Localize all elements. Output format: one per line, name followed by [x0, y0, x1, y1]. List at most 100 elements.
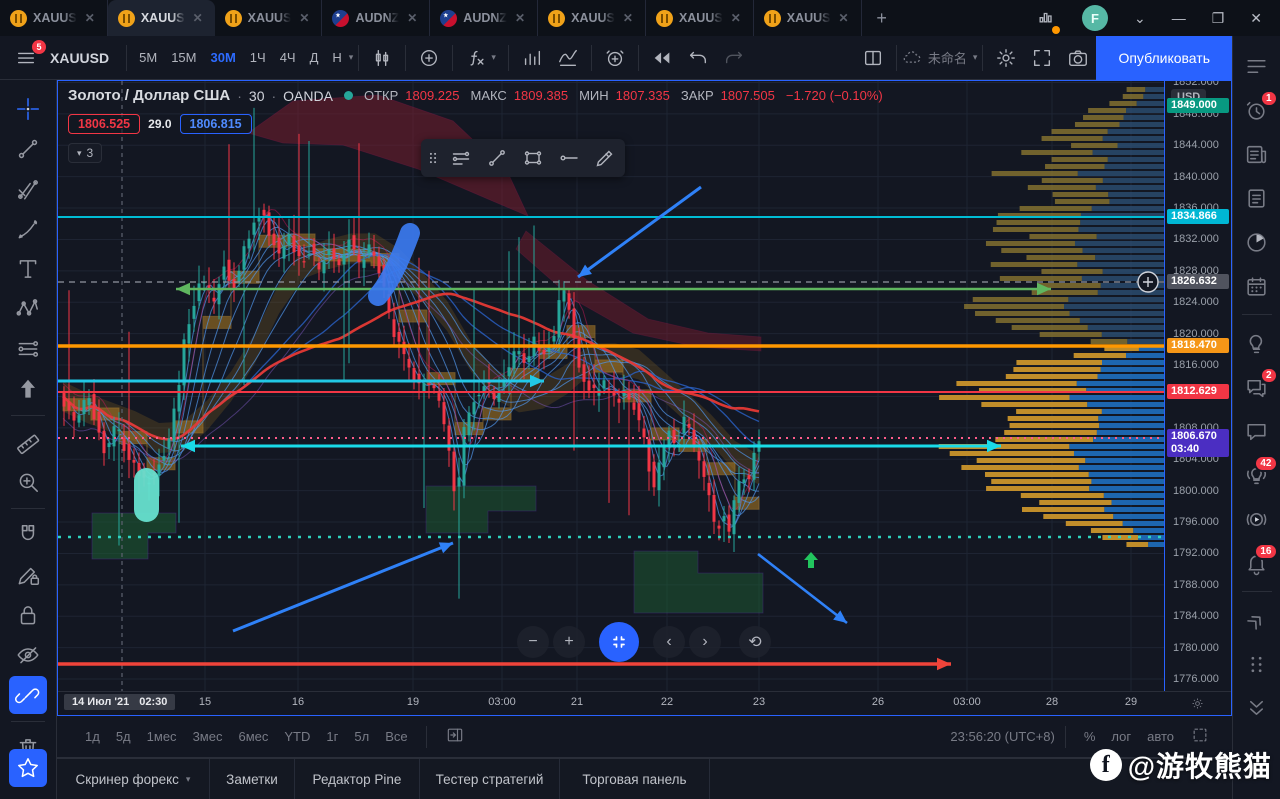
- range-Все[interactable]: Все: [377, 729, 415, 744]
- close-tab-icon[interactable]: ✕: [83, 11, 97, 25]
- timeframe-1Ч[interactable]: 1Ч: [243, 42, 273, 74]
- editlock-tool[interactable]: [9, 556, 47, 594]
- link-tool[interactable]: [9, 676, 47, 714]
- undo-button[interactable]: [680, 42, 716, 74]
- bell-icon[interactable]: 16: [1238, 541, 1276, 585]
- close-tab-icon[interactable]: ✕: [297, 11, 311, 25]
- chart-properties-gear[interactable]: [988, 42, 1024, 74]
- symbol-title[interactable]: Золото / Доллар США: [68, 87, 230, 104]
- range-5д[interactable]: 5д: [108, 729, 139, 744]
- timeframe-4Ч[interactable]: 4Ч: [273, 42, 303, 74]
- scale-toggle-лог[interactable]: лог: [1103, 729, 1139, 744]
- server-clock[interactable]: 23:56:20 (UTC+8): [950, 729, 1054, 744]
- notes-icon[interactable]: [1238, 176, 1276, 220]
- layout-select-button[interactable]: [855, 42, 891, 74]
- calendar-icon[interactable]: [1238, 264, 1276, 308]
- zoom-in-button[interactable]: +: [553, 626, 585, 658]
- zoomin-tool[interactable]: [9, 463, 47, 501]
- close-tab-icon[interactable]: ✕: [837, 11, 851, 25]
- close-tab-icon[interactable]: ✕: [191, 11, 205, 25]
- window-tab-xauus-5[interactable]: XAUUS✕: [538, 0, 646, 36]
- window-tab-xauus-6[interactable]: XAUUS✕: [646, 0, 754, 36]
- bottom-tab-редактор-pine[interactable]: Редактор Pine: [295, 759, 420, 799]
- time-axis[interactable]: 14 Июл '2102:30 15161903:002122232603:00…: [58, 691, 1164, 715]
- range-6мес[interactable]: 6мес: [230, 729, 276, 744]
- xabcd-tool[interactable]: [9, 290, 47, 328]
- timeframes-chevron-icon[interactable]: ▾: [349, 52, 354, 63]
- scroll-right-button[interactable]: ›: [689, 626, 721, 658]
- compare-button[interactable]: [411, 42, 447, 74]
- favorites-star-button[interactable]: [9, 749, 47, 787]
- range-3мес[interactable]: 3мес: [185, 729, 231, 744]
- chart-legend[interactable]: Золото / Доллар США · 30 · OANDA ОТКР180…: [68, 87, 887, 104]
- time-axis-settings-gear[interactable]: [1164, 691, 1231, 715]
- crosshair-tool[interactable]: [9, 90, 47, 128]
- timeframe-Н[interactable]: Н: [325, 42, 348, 74]
- alert-create-button[interactable]: [597, 42, 633, 74]
- redo-button[interactable]: [716, 42, 752, 74]
- buy-price-box[interactable]: 1806.815: [180, 114, 252, 134]
- arrowup-tool[interactable]: [9, 370, 47, 408]
- drawing-ray-button[interactable]: [551, 141, 587, 175]
- sell-price-box[interactable]: 1806.525: [68, 114, 140, 134]
- indicator-templates-button[interactable]: [514, 42, 550, 74]
- scroll-left-button[interactable]: ‹: [653, 626, 685, 658]
- watchlist-icon[interactable]: [1238, 44, 1276, 88]
- bottom-tab-тестер-стратегий[interactable]: Тестер стратегий: [420, 759, 560, 799]
- reset-chart-button[interactable]: ⟲: [739, 626, 771, 658]
- layout-name[interactable]: 未命名▾: [902, 48, 978, 68]
- fullscreen-button[interactable]: [1024, 42, 1060, 74]
- close-tab-icon[interactable]: ✕: [621, 11, 635, 25]
- range-YTD[interactable]: YTD: [276, 729, 318, 744]
- range-5л[interactable]: 5л: [346, 729, 377, 744]
- timeframe-Д[interactable]: Д: [303, 42, 326, 74]
- publish-button[interactable]: Опубликовать: [1096, 36, 1232, 80]
- chart-stats-icon[interactable]: [1036, 6, 1056, 31]
- drawing-trend-button[interactable]: [479, 141, 515, 175]
- drawing-handle-button[interactable]: [423, 141, 443, 175]
- bottom-tab-заметки[interactable]: Заметки: [210, 759, 295, 799]
- indicators-fx-button[interactable]: ▾: [458, 42, 503, 74]
- price-scale[interactable]: USD 1852.0001848.0001844.0001840.0001836…: [1164, 81, 1231, 691]
- restore-button[interactable]: ❐: [1212, 10, 1225, 27]
- timeframe-15M[interactable]: 15M: [164, 42, 203, 74]
- livebulb-icon[interactable]: 42: [1238, 453, 1276, 497]
- window-tab-audnz-4[interactable]: AUDNZ✕: [430, 0, 538, 36]
- forecast-tool[interactable]: [9, 330, 47, 368]
- object-tree-toggle[interactable]: ▾3: [68, 143, 102, 163]
- avatar[interactable]: F: [1082, 5, 1108, 31]
- timer-icon[interactable]: [1238, 220, 1276, 264]
- range-1д[interactable]: 1д: [77, 729, 108, 744]
- bar-replay-button[interactable]: [644, 42, 680, 74]
- text-tool[interactable]: [9, 250, 47, 288]
- maximize-pane-icon[interactable]: [1182, 725, 1218, 748]
- bulb-icon[interactable]: [1238, 321, 1276, 365]
- chevron-down-icon[interactable]: ⌄: [1134, 10, 1146, 27]
- new-tab-button[interactable]: +: [862, 0, 902, 36]
- chat2-icon[interactable]: 2: [1238, 365, 1276, 409]
- drawing-parallel-button[interactable]: [443, 141, 479, 175]
- magnet-tool[interactable]: [9, 516, 47, 554]
- close-button[interactable]: ✕: [1250, 10, 1262, 27]
- symbol-search[interactable]: XAUUSD: [44, 50, 121, 66]
- timeframe-30M[interactable]: 30M: [203, 42, 242, 74]
- open-panel-icon[interactable]: [437, 725, 473, 748]
- financials-button[interactable]: [550, 42, 586, 74]
- reset-view-button[interactable]: [599, 622, 639, 662]
- bottom-tab-скринер-форекс[interactable]: Скринер форекс▾: [57, 759, 210, 799]
- candle-style-button[interactable]: [364, 42, 400, 74]
- lock-tool[interactable]: [9, 596, 47, 634]
- streams-icon[interactable]: [1238, 497, 1276, 541]
- timeframe-5M[interactable]: 5M: [132, 42, 164, 74]
- minimize-button[interactable]: —: [1172, 10, 1186, 26]
- trendline-tool[interactable]: [9, 130, 47, 168]
- close-tab-icon[interactable]: ✕: [729, 11, 743, 25]
- bottom-tab-торговая-панель[interactable]: Торговая панель: [560, 759, 710, 799]
- alarmclock-icon[interactable]: 1: [1238, 88, 1276, 132]
- comment-icon[interactable]: [1238, 409, 1276, 453]
- pitchfork-tool[interactable]: [9, 170, 47, 208]
- collapse-icon[interactable]: [1238, 598, 1276, 642]
- range-1г[interactable]: 1г: [318, 729, 346, 744]
- expanddown-icon[interactable]: [1238, 686, 1276, 730]
- window-tab-audnz-3[interactable]: AUDNZ✕: [322, 0, 430, 36]
